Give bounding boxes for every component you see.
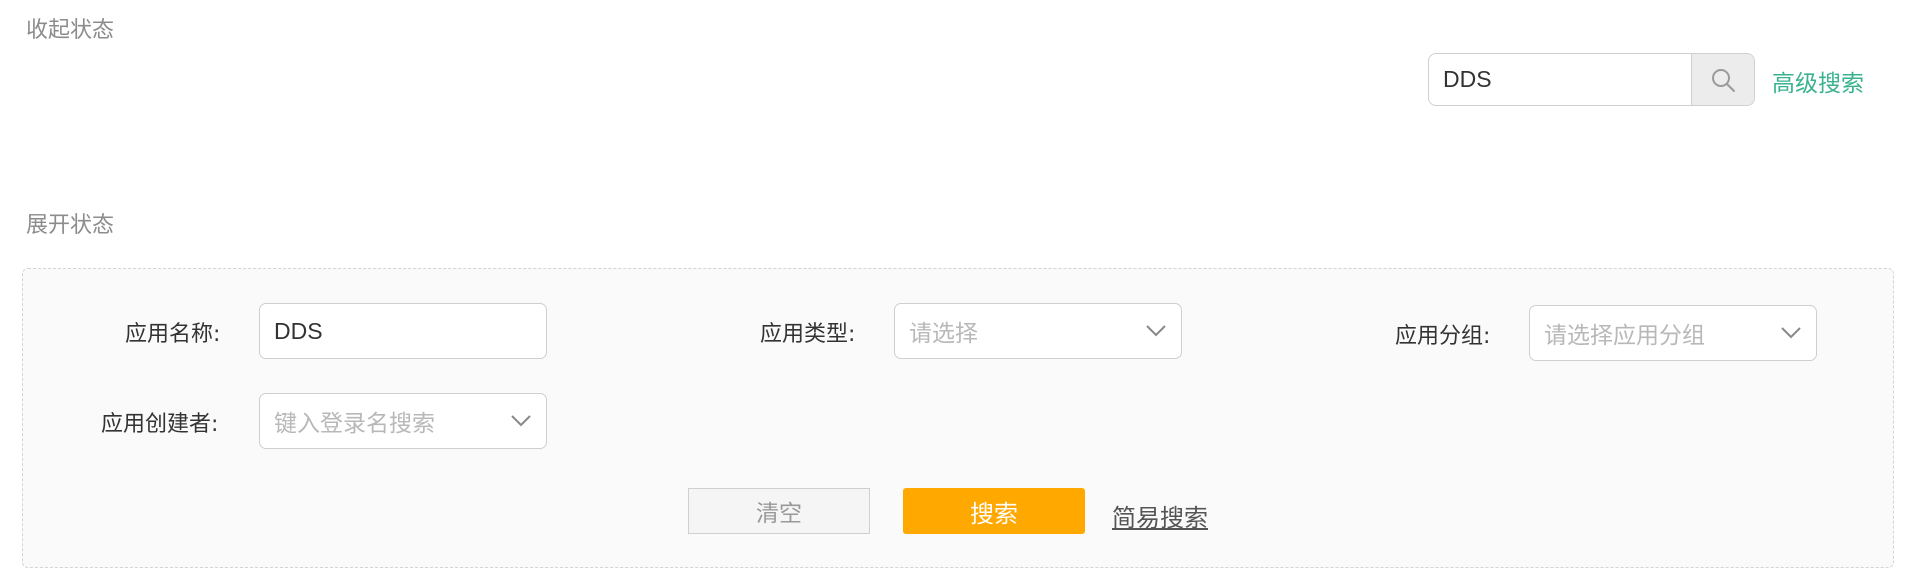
app-group-select[interactable]: 请选择应用分组 [1529,305,1817,361]
chevron-down-icon [511,415,531,427]
app-name-field[interactable] [259,303,547,359]
app-type-select[interactable]: 请选择 [894,303,1182,359]
chevron-down-icon [1146,325,1166,337]
expanded-section-title: 展开状态 [26,213,115,238]
search-button[interactable] [1691,54,1754,105]
app-creator-select[interactable]: 键入登录名搜索 [259,393,547,449]
app-type-label: 应用类型: [760,322,856,347]
app-creator-label: 应用创建者: [101,412,219,437]
advanced-search-link[interactable]: 高级搜索 [1772,64,1864,98]
simple-search-link[interactable]: 简易搜索 [1112,498,1208,533]
simple-search-input[interactable] [1429,54,1691,105]
app-name-input[interactable] [274,317,532,345]
clear-button[interactable]: 清空 [688,488,870,534]
advanced-search-panel: 应用名称: 应用类型: 请选择 应用分组: 请选择应用分组 应用创建者: 键入登… [22,268,1894,568]
collapsed-section-title: 收起状态 [26,18,115,43]
app-creator-placeholder: 键入登录名搜索 [274,411,435,437]
search-icon [1712,68,1735,92]
search-submit-button[interactable]: 搜索 [903,488,1085,534]
app-type-placeholder: 请选择 [909,321,978,347]
chevron-down-icon [1781,327,1801,339]
app-name-label: 应用名称: [125,322,221,347]
simple-search-box [1428,53,1755,106]
app-group-placeholder: 请选择应用分组 [1544,323,1705,349]
app-group-label: 应用分组: [1395,324,1491,349]
